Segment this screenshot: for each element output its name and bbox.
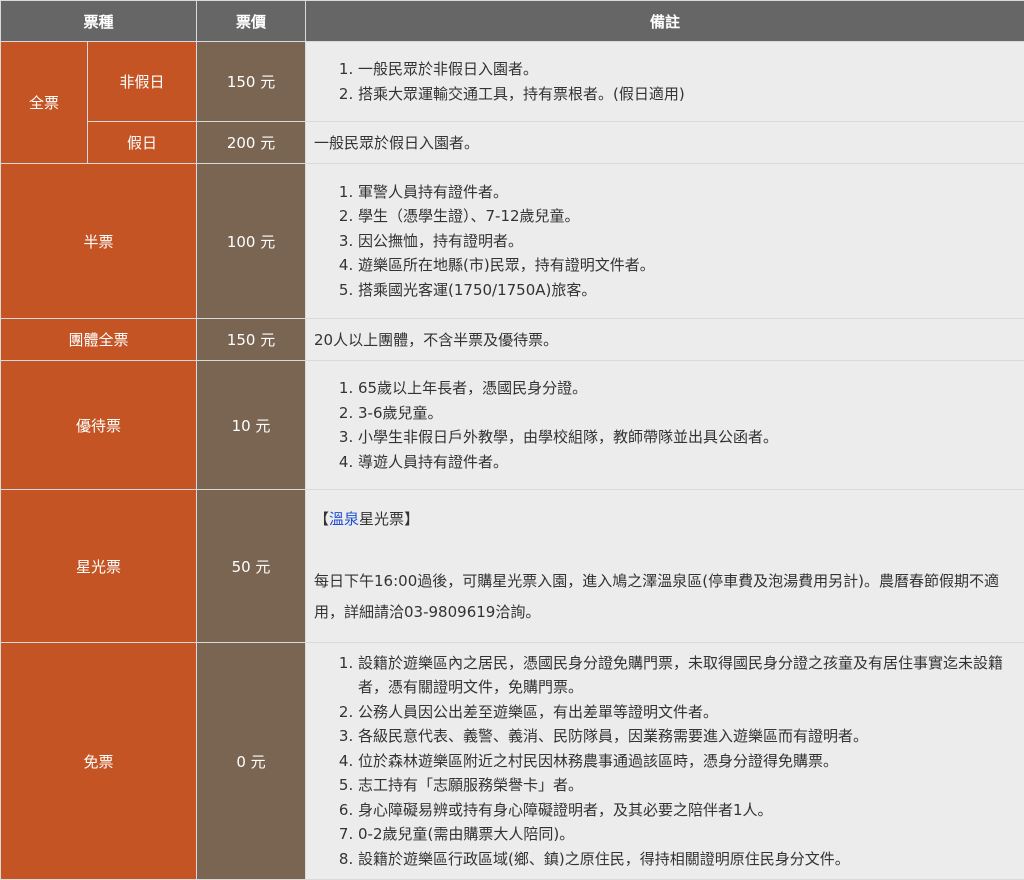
hot-spring-link[interactable]: 溫泉 [329,510,359,528]
table-header-row: 票種 票價 備註 [1,1,1024,42]
price-half: 100 元 [197,164,306,319]
list-item: 遊樂區所在地縣(市)民眾，持有證明文件者。 [358,253,1018,278]
ticket-type-group: 團體全票 [1,319,197,361]
table-row-starlight: 星光票 50 元 【溫泉星光票】 每日下午16:00過後，可購星光票入園，進入鳩… [1,490,1024,643]
bracket-close: 】 [404,510,419,528]
note-full-weekday: 一般民眾於非假日入園者。 搭乘大眾運輸交通工具，持有票根者。(假日適用) [306,42,1024,122]
ticket-type-half: 半票 [1,164,197,319]
list-item: 設籍於遊樂區內之居民，憑國民身分證免購門票，未取得國民身分證之孩童及有居住事實迄… [358,651,1018,700]
note-group: 20人以上團體，不含半票及優待票。 [306,319,1024,361]
list-item: 3-6歲兒童。 [358,401,1018,426]
ticket-subtype-weekday: 非假日 [88,42,197,122]
note-half: 軍警人員持有證件者。 學生（憑學生證）、7-12歲兒童。 因公撫恤，持有證明者。… [306,164,1024,319]
list-item: 一般民眾於非假日入園者。 [358,57,1018,82]
price-full-weekday: 150 元 [197,42,306,122]
starlight-title: 【溫泉星光票】 [314,504,1018,535]
table-row-free: 免票 0 元 設籍於遊樂區內之居民，憑國民身分證免購門票，未取得國民身分證之孩童… [1,643,1024,880]
table-row-full-weekday: 全票 非假日 150 元 一般民眾於非假日入園者。 搭乘大眾運輸交通工具，持有票… [1,42,1024,122]
table-row-discount: 優待票 10 元 65歲以上年長者，憑國民身分證。 3-6歲兒童。 小學生非假日… [1,361,1024,490]
list-item: 導遊人員持有證件者。 [358,450,1018,475]
list-item: 各級民意代表、義警、義消、民防隊員，因業務需要進入遊樂區而有證明者。 [358,724,1018,749]
starlight-description: 每日下午16:00過後，可購星光票入園，進入鳩之澤溫泉區(停車費及泡湯費用另計)… [314,566,1018,628]
list-item: 搭乘國光客運(1750/1750A)旅客。 [358,278,1018,303]
ticket-price-table: 票種 票價 備註 全票 非假日 150 元 一般民眾於非假日入園者。 搭乘大眾運… [0,0,1024,880]
price-full-holiday: 200 元 [197,122,306,164]
price-starlight: 50 元 [197,490,306,643]
note-discount: 65歲以上年長者，憑國民身分證。 3-6歲兒童。 小學生非假日戶外教學，由學校組… [306,361,1024,490]
ticket-subtype-holiday: 假日 [88,122,197,164]
table-row-half: 半票 100 元 軍警人員持有證件者。 學生（憑學生證）、7-12歲兒童。 因公… [1,164,1024,319]
list-item: 小學生非假日戶外教學，由學校組隊，教師帶隊並出具公函者。 [358,425,1018,450]
header-ticket-type: 票種 [1,1,197,42]
price-free: 0 元 [197,643,306,880]
note-list: 軍警人員持有證件者。 學生（憑學生證）、7-12歲兒童。 因公撫恤，持有證明者。… [314,180,1018,303]
note-list: 一般民眾於非假日入園者。 搭乘大眾運輸交通工具，持有票根者。(假日適用) [314,57,1018,106]
table-row-group: 團體全票 150 元 20人以上團體，不含半票及優待票。 [1,319,1024,361]
list-item: 身心障礙易辨或持有身心障礙證明者，及其必要之陪伴者1人。 [358,798,1018,823]
header-notes: 備註 [306,1,1024,42]
list-item: 搭乘大眾運輸交通工具，持有票根者。(假日適用) [358,82,1018,107]
note-list: 設籍於遊樂區內之居民，憑國民身分證免購門票，未取得國民身分證之孩童及有居住事實迄… [314,651,1018,872]
list-item: 0-2歲兒童(需由購票大人陪同)。 [358,822,1018,847]
bracket-open: 【 [314,510,329,528]
list-item: 公務人員因公出差至遊樂區，有出差單等證明文件者。 [358,700,1018,725]
list-item: 學生（憑學生證）、7-12歲兒童。 [358,204,1018,229]
list-item: 位於森林遊樂區附近之村民因林務農事通過該區時，憑身分證得免購票。 [358,749,1018,774]
ticket-type-free: 免票 [1,643,197,880]
table-row-full-holiday: 假日 200 元 一般民眾於假日入園者。 [1,122,1024,164]
starlight-title-text: 星光票 [359,510,404,528]
note-free: 設籍於遊樂區內之居民，憑國民身分證免購門票，未取得國民身分證之孩童及有居住事實迄… [306,643,1024,880]
list-item: 65歲以上年長者，憑國民身分證。 [358,376,1018,401]
ticket-type-starlight: 星光票 [1,490,197,643]
price-discount: 10 元 [197,361,306,490]
list-item: 設籍於遊樂區行政區域(鄉、鎮)之原住民，得持相關證明原住民身分文件。 [358,847,1018,872]
list-item: 志工持有「志願服務榮譽卡」者。 [358,773,1018,798]
price-group: 150 元 [197,319,306,361]
note-list: 65歲以上年長者，憑國民身分證。 3-6歲兒童。 小學生非假日戶外教學，由學校組… [314,376,1018,474]
note-full-holiday: 一般民眾於假日入園者。 [306,122,1024,164]
note-starlight: 【溫泉星光票】 每日下午16:00過後，可購星光票入園，進入鳩之澤溫泉區(停車費… [306,490,1024,643]
ticket-type-discount: 優待票 [1,361,197,490]
list-item: 軍警人員持有證件者。 [358,180,1018,205]
ticket-type-full: 全票 [1,42,88,164]
header-price: 票價 [197,1,306,42]
list-item: 因公撫恤，持有證明者。 [358,229,1018,254]
